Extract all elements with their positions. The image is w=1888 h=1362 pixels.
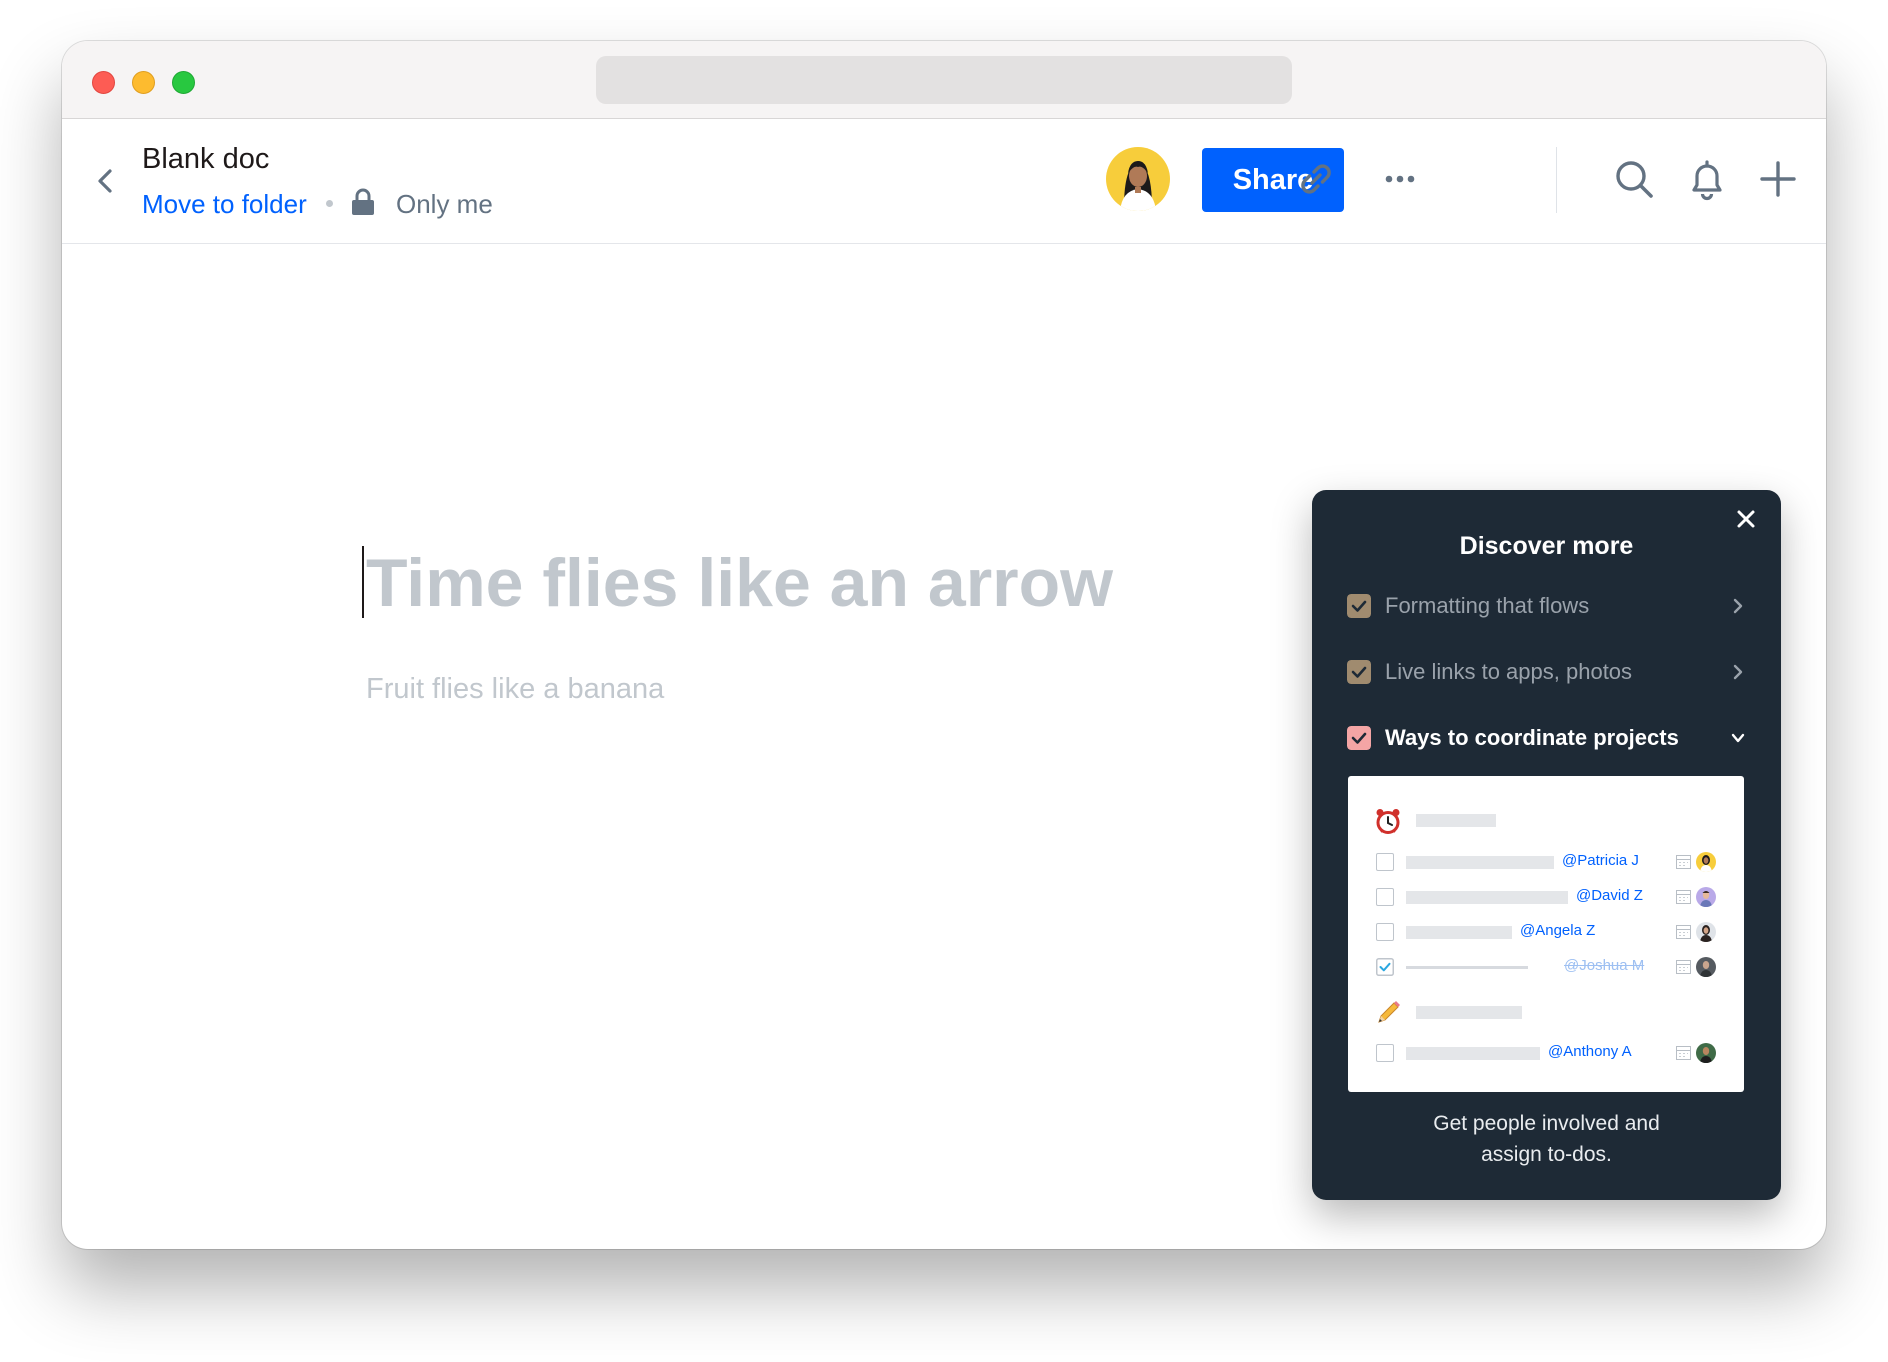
calendar-icon bbox=[1676, 960, 1691, 974]
task-row: @Patricia J bbox=[1376, 851, 1736, 873]
window-titlebar bbox=[62, 41, 1826, 119]
pencil-icon bbox=[1378, 1001, 1400, 1023]
task-mention: @Anthony A bbox=[1548, 1043, 1632, 1060]
task-row: @Anthony A bbox=[1376, 1042, 1736, 1064]
header-divider bbox=[1556, 147, 1557, 213]
minimize-window-button[interactable] bbox=[132, 71, 155, 94]
lock-icon bbox=[352, 188, 374, 215]
checkbox-checked-icon bbox=[1347, 726, 1371, 750]
task-checkbox-checked-icon[interactable] bbox=[1376, 958, 1394, 976]
discover-title: Discover more bbox=[1459, 532, 1634, 560]
discover-caption: Get people involved and assign to-dos. bbox=[1312, 1108, 1781, 1170]
task-text-placeholder bbox=[1406, 856, 1554, 869]
section-title-placeholder bbox=[1416, 814, 1496, 827]
checkbox-checked-icon bbox=[1347, 660, 1371, 684]
discover-item-label: Formatting that flows bbox=[1385, 593, 1590, 618]
task-checkbox[interactable] bbox=[1376, 1044, 1394, 1062]
discover-item-formatting[interactable]: Formatting that flows bbox=[1347, 586, 1747, 626]
chevron-right-icon bbox=[1733, 664, 1743, 680]
discover-item-label: Ways to coordinate projects bbox=[1385, 725, 1679, 750]
avatar bbox=[1696, 922, 1716, 942]
separator-dot bbox=[326, 200, 333, 207]
caption-line: Get people involved and bbox=[1433, 1112, 1660, 1135]
task-text-placeholder bbox=[1406, 926, 1512, 939]
discover-item-label: Live links to apps, photos bbox=[1385, 659, 1633, 684]
app-window: Blank doc Move to folder Only me Share T… bbox=[62, 41, 1826, 1249]
task-checkbox[interactable] bbox=[1376, 923, 1394, 941]
zoom-window-button[interactable] bbox=[172, 71, 195, 94]
move-to-folder-link[interactable]: Move to folder bbox=[142, 189, 307, 220]
task-text-placeholder bbox=[1406, 891, 1568, 904]
text-cursor bbox=[362, 546, 364, 618]
close-window-button[interactable] bbox=[92, 71, 115, 94]
doc-header: Blank doc Move to folder Only me Share bbox=[62, 119, 1826, 244]
doc-heading-placeholder[interactable]: Time flies like an arrow bbox=[366, 544, 1113, 622]
doc-body-placeholder[interactable]: Fruit flies like a banana bbox=[366, 673, 664, 706]
discover-item-coordinate[interactable]: Ways to coordinate projects bbox=[1347, 718, 1747, 758]
discover-item-live-links[interactable]: Live links to apps, photos bbox=[1347, 652, 1747, 692]
task-row-done: @Joshua M bbox=[1376, 956, 1736, 978]
bell-icon[interactable] bbox=[1685, 157, 1729, 201]
calendar-icon bbox=[1676, 855, 1691, 869]
task-checkbox[interactable] bbox=[1376, 888, 1394, 906]
todo-preview-card: @Patricia J @David Z @Angela Z @Joshua M… bbox=[1348, 776, 1744, 1092]
avatar bbox=[1696, 852, 1716, 872]
task-mention: @David Z bbox=[1576, 887, 1643, 904]
task-text-placeholder bbox=[1406, 1047, 1540, 1060]
search-icon[interactable] bbox=[1612, 157, 1656, 201]
task-row: @David Z bbox=[1376, 886, 1736, 908]
avatar bbox=[1696, 887, 1716, 907]
plus-icon[interactable] bbox=[1756, 157, 1800, 201]
calendar-icon bbox=[1676, 890, 1691, 904]
avatar bbox=[1696, 957, 1716, 977]
chevron-down-icon bbox=[1731, 733, 1745, 743]
close-icon[interactable] bbox=[1735, 508, 1757, 530]
task-text-placeholder-struck bbox=[1406, 966, 1528, 969]
checkbox-checked-icon bbox=[1347, 594, 1371, 618]
alarm-clock-icon bbox=[1376, 809, 1400, 834]
task-checkbox[interactable] bbox=[1376, 853, 1394, 871]
calendar-icon bbox=[1676, 925, 1691, 939]
more-icon[interactable] bbox=[1378, 157, 1422, 201]
task-row: @Angela Z bbox=[1376, 921, 1736, 943]
back-icon[interactable] bbox=[90, 161, 120, 201]
visibility-label[interactable]: Only me bbox=[396, 189, 493, 220]
avatar[interactable] bbox=[1106, 147, 1170, 211]
calendar-icon bbox=[1676, 1046, 1691, 1060]
task-mention: @Patricia J bbox=[1562, 852, 1639, 869]
link-icon[interactable] bbox=[1294, 157, 1338, 201]
task-mention: @Angela Z bbox=[1520, 922, 1596, 939]
doc-title[interactable]: Blank doc bbox=[142, 143, 269, 176]
chevron-right-icon bbox=[1733, 598, 1743, 614]
caption-line: assign to-dos. bbox=[1481, 1143, 1612, 1166]
discover-more-panel: Discover more Formatting that flows Live… bbox=[1312, 490, 1781, 1200]
avatar bbox=[1696, 1043, 1716, 1063]
task-mention: @Joshua M bbox=[1564, 957, 1645, 974]
address-bar[interactable] bbox=[596, 56, 1292, 104]
section-title-placeholder bbox=[1416, 1006, 1522, 1019]
